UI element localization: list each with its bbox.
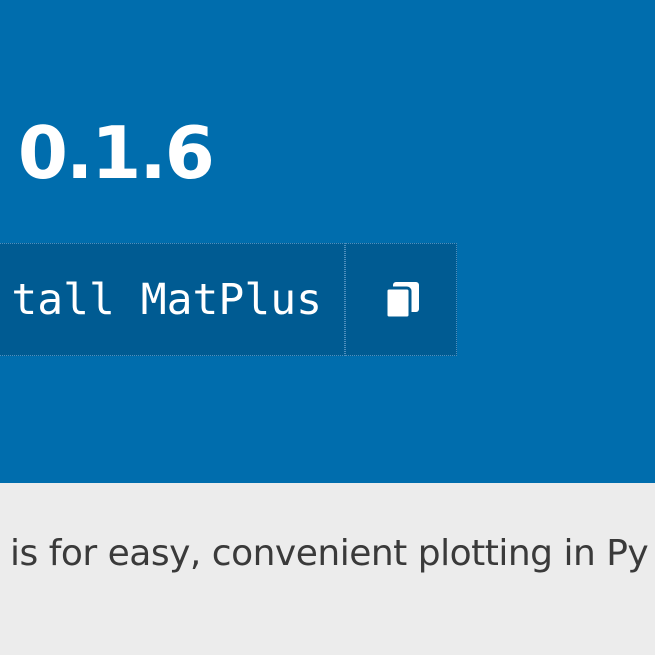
copy-icon — [384, 282, 419, 320]
install-command-text[interactable]: tall MatPlus — [11, 244, 322, 355]
package-header-banner: lus 0.1.6 tall MatPlus — [0, 0, 655, 483]
copy-to-clipboard-button[interactable] — [345, 243, 457, 356]
package-description-section: is for easy, convenient plotting in Py — [0, 483, 655, 655]
package-title: lus 0.1.6 — [0, 111, 215, 195]
install-command-box[interactable]: tall MatPlus — [0, 243, 345, 356]
package-description: is for easy, convenient plotting in Py — [10, 533, 649, 574]
